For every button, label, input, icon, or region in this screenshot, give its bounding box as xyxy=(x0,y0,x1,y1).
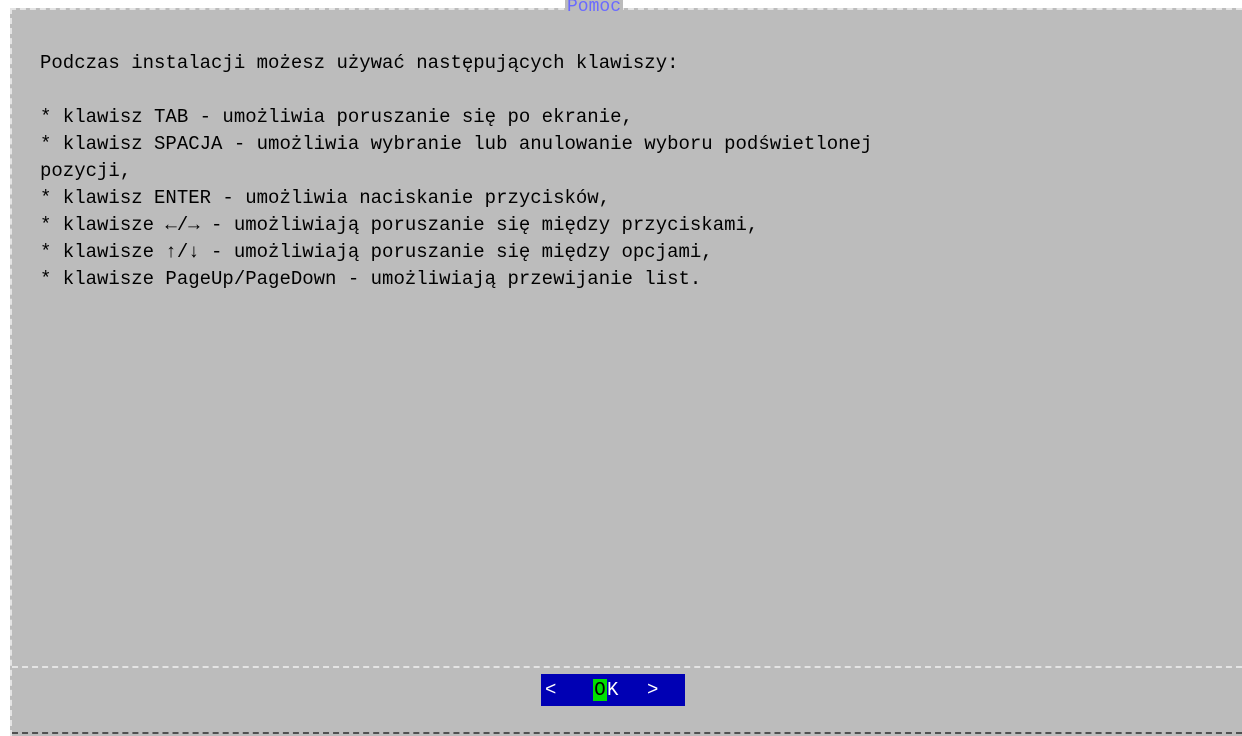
button-separator xyxy=(12,666,1242,668)
dialog-title: Pomoc xyxy=(565,0,624,17)
help-intro-line: Podczas instalacji możesz używać następu… xyxy=(40,52,679,74)
help-updown-line: * klawisze ↑/↓ - umożliwiają poruszanie … xyxy=(40,241,713,263)
help-space-line: * klawisz SPACJA - umożliwia wybranie lu… xyxy=(40,133,873,155)
help-space-line-cont: pozycji, xyxy=(40,160,132,182)
help-pageupdown-line: * klawisze PageUp/PageDown - umożliwiają… xyxy=(40,268,702,290)
help-blank-line xyxy=(40,77,1222,104)
ok-left-bracket: < xyxy=(545,679,557,701)
ok-hotkey-letter: O xyxy=(593,679,607,701)
ok-right-bracket: > xyxy=(647,679,659,701)
help-dialog: Pomoc Podczas instalacji możesz używać n… xyxy=(10,0,1242,736)
ok-button[interactable]: < O K > xyxy=(541,674,685,706)
ok-label-rest: K xyxy=(607,679,619,701)
help-tab-line: * klawisz TAB - umożliwia poruszanie się… xyxy=(40,106,633,128)
help-enter-line: * klawisz ENTER - umożliwia naciskanie p… xyxy=(40,187,611,209)
help-text: Podczas instalacji możesz używać następu… xyxy=(40,50,1222,293)
help-leftright-line: * klawisze ←/→ - umożliwiają poruszanie … xyxy=(40,214,759,236)
dialog-bottom-border xyxy=(12,732,1242,734)
